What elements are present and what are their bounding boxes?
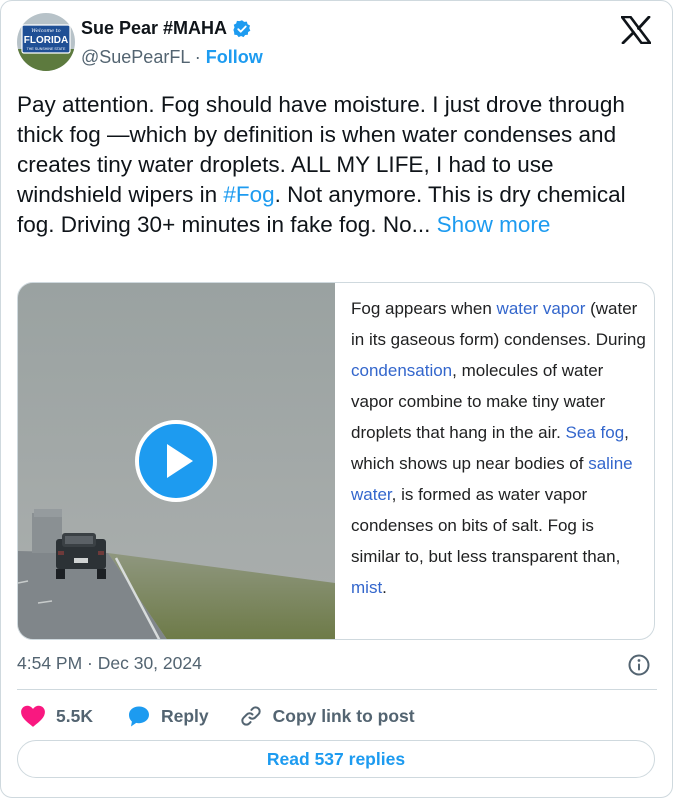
info-icon[interactable]	[627, 653, 651, 677]
svg-text:FLORIDA: FLORIDA	[24, 35, 68, 46]
avatar[interactable]: Welcome to FLORIDA THE SUNSHINE STATE	[17, 13, 75, 71]
wiki-text: .	[382, 578, 387, 597]
wiki-link-mist[interactable]: mist	[351, 578, 382, 597]
wiki-link-condensation[interactable]: condensation	[351, 361, 452, 380]
florida-welcome-sign-avatar: Welcome to FLORIDA THE SUNSHINE STATE	[17, 13, 75, 71]
heart-icon	[21, 705, 45, 727]
divider	[17, 689, 657, 690]
tweet-text: Pay attention. Fog should have moisture.…	[17, 90, 657, 240]
copy-link-button[interactable]: Copy link to post	[239, 704, 415, 728]
wiki-text: Fog appears when	[351, 299, 497, 318]
wiki-link-sea-fog[interactable]: Sea fog	[566, 423, 625, 442]
hashtag-link[interactable]: #Fog	[223, 182, 274, 207]
verified-badge-icon	[233, 19, 251, 37]
separator-dot: ·	[194, 47, 201, 67]
wiki-text: , is formed as water vapor condenses on …	[351, 485, 621, 566]
x-logo-icon[interactable]	[621, 16, 651, 44]
reply-label: Reply	[160, 705, 209, 726]
reply-bubble-icon	[128, 706, 149, 727]
link-icon	[240, 706, 261, 726]
svg-text:THE SUNSHINE STATE: THE SUNSHINE STATE	[27, 47, 66, 51]
wiki-link-water-vapor[interactable]: water vapor	[497, 299, 586, 318]
play-icon	[167, 444, 193, 478]
read-replies-button[interactable]: Read 537 replies	[17, 740, 655, 778]
tweet-timestamp[interactable]: 4:54 PM · Dec 30, 2024	[17, 653, 202, 674]
read-replies-label: Read 537 replies	[266, 748, 406, 769]
author-name-row[interactable]: Sue Pear #MAHA	[81, 18, 252, 39]
user-handle[interactable]: @SuePearFL	[81, 47, 190, 67]
play-button[interactable]	[135, 420, 217, 502]
display-name[interactable]: Sue Pear #MAHA	[81, 18, 227, 39]
action-bar: 5.5K Reply Copy link to post	[20, 702, 415, 730]
like-count: 5.5K	[56, 705, 93, 726]
copy-link-label: Copy link to post	[272, 705, 415, 726]
like-button[interactable]: 5.5K	[20, 704, 93, 728]
video-thumbnail[interactable]	[18, 283, 335, 639]
handle-row: @SuePearFL · Follow	[81, 47, 263, 68]
follow-button[interactable]: Follow	[206, 47, 263, 67]
reply-button[interactable]: Reply	[127, 704, 209, 728]
wiki-excerpt: Fog appears when water vapor (water in i…	[351, 293, 646, 603]
media-card[interactable]: Fog appears when water vapor (water in i…	[17, 282, 655, 640]
show-more-link[interactable]: Show more	[437, 212, 551, 237]
svg-text:Welcome to: Welcome to	[31, 28, 60, 34]
